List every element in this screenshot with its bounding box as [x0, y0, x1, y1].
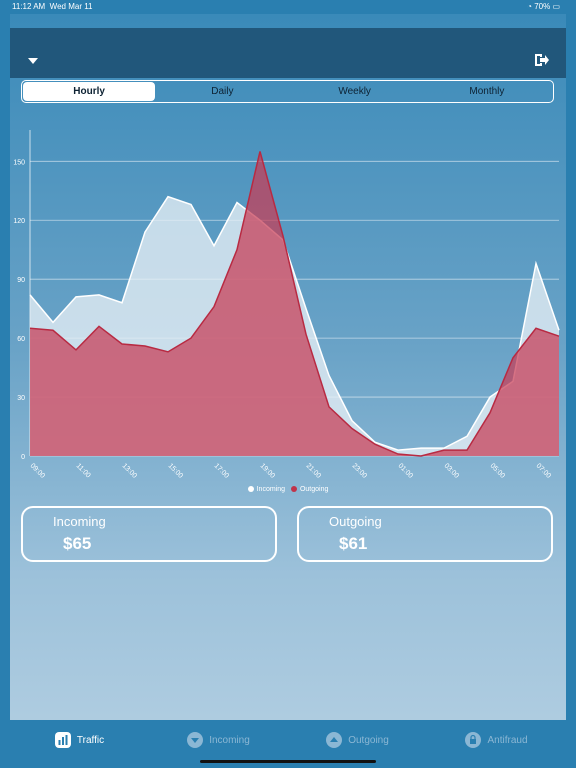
- top-bar: [10, 28, 566, 78]
- y-tick-label: 0: [21, 454, 25, 461]
- tab-weekly[interactable]: Weekly: [289, 81, 421, 102]
- incoming-card-value: $65: [63, 534, 92, 553]
- chevron-down-icon[interactable]: [28, 58, 38, 64]
- arrow-up-circle-icon: [326, 732, 343, 748]
- tab-antifraud-label: Antifraud: [487, 734, 528, 746]
- bottom-tab-bar: Traffic Incoming Outgoing Antifraud: [10, 720, 566, 760]
- tab-monthly[interactable]: Monthly: [421, 81, 553, 102]
- x-tick-label: 19:00: [259, 462, 276, 479]
- battery-level: 70%: [534, 2, 551, 11]
- incoming-card-label: Incoming: [53, 514, 106, 529]
- x-tick-label: 21:00: [305, 462, 322, 479]
- tab-hourly[interactable]: Hourly: [23, 82, 156, 101]
- x-tick-label: 09:00: [29, 462, 46, 479]
- tab-outgoing[interactable]: Outgoing: [288, 720, 427, 760]
- x-tick-label: 05:00: [489, 462, 506, 479]
- tab-traffic[interactable]: Traffic: [10, 720, 149, 760]
- tab-incoming-label: Incoming: [209, 734, 250, 746]
- y-tick-label: 120: [13, 218, 25, 225]
- y-tick-label: 30: [17, 395, 25, 402]
- status-right: ◔ 70% ▭: [527, 2, 560, 11]
- period-segmented-control: Hourly Daily Weekly Monthly: [21, 80, 554, 103]
- chart-bar-icon: [54, 732, 71, 748]
- lock-icon: [465, 732, 482, 748]
- chart-legend: Incoming Outgoing: [10, 486, 566, 493]
- status-bar: 11:12 AM Wed Mar 11 ◔ 70% ▭: [0, 0, 576, 14]
- traffic-chart: 0 30 60 90 120 150 09:00 11:00 13:00 15:00 17:00 19…: [13, 130, 560, 480]
- y-tick-label: 150: [13, 159, 25, 166]
- incoming-card[interactable]: Incoming $65: [21, 506, 277, 562]
- x-tick-label: 17:00: [213, 462, 230, 479]
- tab-outgoing-label: Outgoing: [348, 734, 389, 746]
- tab-traffic-label: Traffic: [76, 734, 105, 746]
- status-time: 11:12 AM Wed Mar 11: [12, 2, 93, 11]
- logout-icon[interactable]: [534, 53, 550, 67]
- x-tick-label: 07:00: [535, 462, 552, 479]
- x-tick-label: 15:00: [167, 462, 184, 479]
- y-tick-label: 90: [17, 277, 25, 284]
- x-tick-label: 23:00: [351, 462, 368, 479]
- tab-daily[interactable]: Daily: [156, 81, 288, 102]
- y-tick-label: 60: [17, 336, 25, 343]
- outgoing-card[interactable]: Outgoing $61: [297, 506, 553, 562]
- x-tick-label: 03:00: [443, 462, 460, 479]
- x-tick-label: 13:00: [121, 462, 138, 479]
- legend-item-incoming: Incoming: [247, 486, 285, 493]
- x-tick-label: 01:00: [397, 462, 414, 479]
- arrow-down-circle-icon: [187, 732, 204, 748]
- tab-antifraud[interactable]: Antifraud: [427, 720, 566, 760]
- home-indicator: [200, 760, 376, 763]
- app-window: Hourly Daily Weekly Monthly 0 30 60 90 120 15…: [10, 14, 566, 760]
- outgoing-card-label: Outgoing: [329, 514, 382, 529]
- legend-item-outgoing: Outgoing: [290, 486, 328, 493]
- x-tick-label: 11:00: [75, 462, 92, 479]
- outgoing-card-value: $61: [339, 534, 368, 553]
- tab-incoming[interactable]: Incoming: [149, 720, 288, 760]
